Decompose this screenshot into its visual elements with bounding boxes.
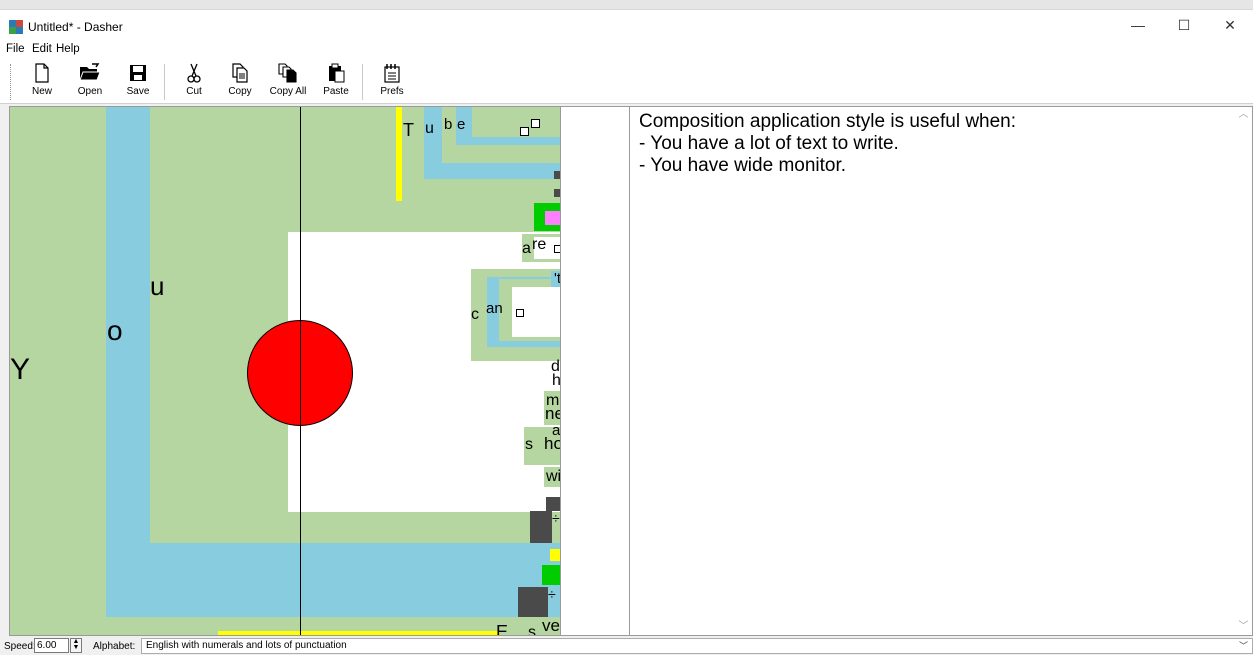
scissors-icon bbox=[187, 63, 201, 83]
letter-an: an bbox=[486, 300, 503, 317]
paste-clipboard-icon bbox=[329, 63, 345, 83]
editor-line: - You have a lot of text to write. bbox=[639, 133, 899, 154]
spin-down-icon[interactable]: ▼ bbox=[73, 644, 80, 651]
marker bbox=[554, 189, 560, 197]
letter-h: h bbox=[552, 372, 561, 389]
dasher-app-icon bbox=[9, 20, 23, 34]
toolbar-separator bbox=[164, 64, 165, 100]
box-pink bbox=[545, 211, 560, 225]
title-bar bbox=[0, 10, 1253, 40]
editor-line: - You have wide monitor. bbox=[639, 155, 847, 176]
open-folder-icon bbox=[79, 63, 101, 81]
letter-E: E bbox=[496, 622, 509, 636]
copy-all-icon bbox=[278, 63, 297, 83]
box-yellow-small bbox=[550, 549, 560, 561]
box-yellow-bottom bbox=[218, 631, 500, 635]
menu-edit[interactable]: Edit bbox=[32, 43, 52, 55]
chevron-down-icon[interactable]: ﹀ bbox=[1239, 639, 1248, 653]
status-bar: Speed: 6.00 ▲ ▼ Alphabet: English with nu… bbox=[0, 637, 1253, 655]
speed-spinner[interactable]: ▲ ▼ bbox=[70, 638, 82, 653]
menu-help[interactable]: Help bbox=[56, 43, 80, 55]
vertical-scrollbar[interactable]: ︿ ﹀ bbox=[1235, 107, 1252, 635]
alphabet-value: English with numerals and lots of punctu… bbox=[146, 640, 347, 651]
copy-button[interactable]: Copy bbox=[218, 58, 262, 104]
editor-line: Composition application style is useful … bbox=[639, 111, 1017, 132]
letter-s2: s bbox=[528, 624, 536, 636]
speed-label: Speed: bbox=[4, 641, 36, 652]
box-green-small bbox=[542, 565, 560, 585]
text-editor[interactable]: Composition application style is useful … bbox=[629, 106, 1253, 636]
box-e bbox=[472, 107, 560, 137]
prefs-button[interactable]: Prefs bbox=[370, 58, 414, 104]
letter-s: s bbox=[525, 436, 533, 453]
letter-o: o bbox=[107, 315, 123, 346]
letter-t: 't bbox=[554, 270, 561, 287]
symbol-square bbox=[520, 127, 529, 136]
letter-b: b bbox=[444, 116, 453, 133]
letter-u2: u bbox=[425, 120, 434, 137]
dasher-window: Untitled* - Dasher — ☐ ✕ File Edit Help … bbox=[0, 0, 1253, 655]
cut-label: Cut bbox=[186, 86, 202, 97]
open-label: Open bbox=[77, 86, 103, 97]
scroll-down-icon[interactable]: ﹀ bbox=[1235, 619, 1252, 635]
copy-all-label: Copy All bbox=[269, 86, 307, 97]
paste-button[interactable]: Paste bbox=[314, 58, 358, 104]
letter-T: T bbox=[403, 120, 414, 140]
paste-label: Paste bbox=[323, 86, 349, 97]
canvas-blank-area bbox=[561, 106, 629, 636]
new-label: New bbox=[31, 86, 52, 97]
taskbar-strip bbox=[0, 0, 1253, 10]
save-label: Save bbox=[126, 86, 150, 97]
minimize-icon: — bbox=[1131, 17, 1145, 33]
letter-need: need bbox=[545, 404, 560, 423]
marker bbox=[530, 511, 552, 543]
letter-hould: hould bbox=[544, 434, 560, 453]
new-button[interactable]: New bbox=[20, 58, 64, 104]
save-button[interactable]: Save bbox=[116, 58, 160, 104]
letter-u: u bbox=[150, 271, 165, 301]
new-file-icon bbox=[35, 63, 49, 83]
crosshair-line-over bbox=[300, 320, 301, 426]
maximize-icon: ☐ bbox=[1177, 16, 1191, 33]
preferences-icon bbox=[384, 64, 400, 83]
letter-Y: Y bbox=[10, 353, 31, 386]
marker bbox=[518, 587, 548, 617]
letter-re: re bbox=[532, 236, 547, 253]
letter-divide: ÷ bbox=[548, 586, 556, 602]
menu-bar: File Edit Help bbox=[0, 40, 1253, 58]
toolbar-grip bbox=[10, 64, 13, 100]
alphabet-select[interactable]: English with numerals and lots of punctu… bbox=[141, 638, 1253, 654]
symbol-square bbox=[516, 309, 524, 317]
letter-a: a bbox=[522, 240, 531, 257]
marker bbox=[546, 497, 560, 511]
minimize-button[interactable]: — bbox=[1115, 10, 1161, 40]
dasher-canvas[interactable]: Y o u T u b e a re 't c an do h m need a… bbox=[9, 106, 561, 636]
symbol-square bbox=[531, 119, 540, 128]
symbol-square bbox=[554, 245, 560, 253]
toolbar-separator bbox=[362, 64, 363, 100]
close-icon: ✕ bbox=[1224, 16, 1236, 33]
menu-file[interactable]: File bbox=[6, 43, 25, 55]
open-button[interactable]: Open bbox=[68, 58, 112, 104]
letter-divide: ÷ bbox=[552, 510, 560, 526]
toolbar: New Open Save Cut Copy Copy All Paste Pr… bbox=[0, 58, 1253, 104]
marker bbox=[554, 171, 560, 179]
alphabet-label: Alphabet: bbox=[93, 641, 136, 652]
letter-wi: wi bbox=[546, 468, 561, 485]
letter-ve: ve bbox=[542, 616, 560, 635]
maximize-button[interactable]: ☐ bbox=[1161, 10, 1207, 40]
speed-input[interactable]: 6.00 bbox=[34, 638, 69, 653]
window-title: Untitled* - Dasher bbox=[28, 20, 123, 34]
copy-icon bbox=[232, 63, 248, 83]
save-disk-icon bbox=[130, 65, 146, 81]
cut-button[interactable]: Cut bbox=[172, 58, 216, 104]
copy-label: Copy bbox=[228, 86, 252, 97]
editor-text: Composition application style is useful … bbox=[639, 111, 1016, 177]
close-button[interactable]: ✕ bbox=[1207, 10, 1253, 40]
prefs-label: Prefs bbox=[380, 86, 404, 97]
letter-c: c bbox=[471, 306, 479, 323]
letter-e: e bbox=[457, 116, 466, 133]
copy-all-button[interactable]: Copy All bbox=[266, 58, 310, 104]
scroll-up-icon[interactable]: ︿ bbox=[1235, 107, 1252, 123]
